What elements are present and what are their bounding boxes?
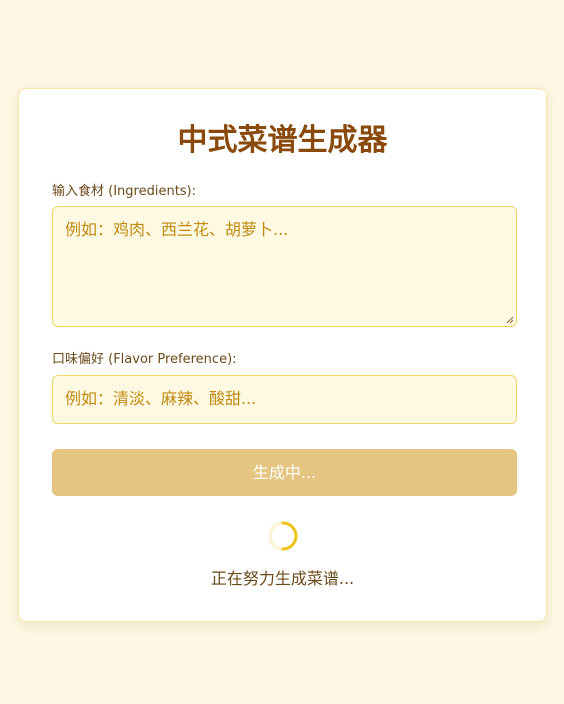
page-title: 中式菜谱生成器 bbox=[177, 123, 388, 158]
ingredients-textarea[interactable]: 例如：鸡肉、西兰花、胡萝卜... bbox=[52, 206, 517, 327]
flavor-input[interactable]: 例如：清淡、麻辣、酸甜... bbox=[52, 375, 517, 424]
flavor-label: 口味偏好 (Flavor Preference): bbox=[52, 352, 237, 367]
flavor-placeholder: 例如：清淡、麻辣、酸甜... bbox=[65, 389, 257, 408]
ingredients-placeholder: 例如：鸡肉、西兰花、胡萝卜... bbox=[65, 220, 289, 239]
resize-handle-icon[interactable] bbox=[506, 316, 514, 324]
recipe-generator-card: 中式菜谱生成器 输入食材 (Ingredients): 例如：鸡肉、西兰花、胡萝… bbox=[18, 88, 547, 622]
generate-button[interactable]: 生成中... bbox=[52, 449, 517, 496]
ingredients-label: 输入食材 (Ingredients): bbox=[52, 184, 197, 199]
loading-spinner-icon bbox=[268, 521, 298, 551]
loading-status-text: 正在努力生成菜谱... bbox=[210, 569, 355, 588]
